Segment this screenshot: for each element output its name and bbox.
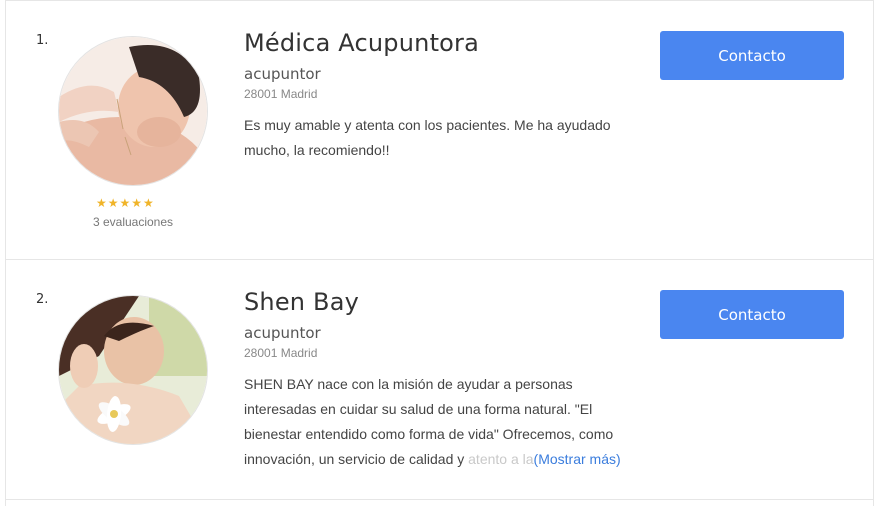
contact-button[interactable]: Contacto [660,290,844,339]
result-description: SHEN BAY nace con la misión de ayudar a … [244,372,634,472]
rating-stars: ★★★★★ [96,196,155,210]
profile-photo[interactable] [58,295,208,445]
result-rank: 1. [36,33,49,48]
acupuncture-photo [59,37,207,185]
result-description: Es muy amable y atenta con los pacientes… [244,117,611,158]
results-list: 1. ★★★★★ 3 evaluaciones Médica Acupuntor… [5,0,874,506]
result-category: acupuntor [244,65,321,83]
profile-photo[interactable] [58,36,208,186]
contact-button[interactable]: Contacto [660,31,844,80]
spa-photo [59,296,207,444]
result-location: 28001 Madrid [244,87,318,101]
description-faded-text: atento a la [464,451,534,467]
result-category: acupuntor [244,324,321,342]
review-count[interactable]: 3 evaluaciones [58,215,208,229]
result-card: 1. ★★★★★ 3 evaluaciones Médica Acupuntor… [6,1,873,260]
result-name[interactable]: Médica Acupuntora [244,29,479,57]
result-location: 28001 Madrid [244,346,318,360]
show-more-link[interactable]: (Mostrar más) [534,451,621,467]
result-name[interactable]: Shen Bay [244,288,359,316]
result-rank: 2. [36,292,49,307]
result-card: 2. Shen Bay acupuntor 28001 Madrid SHEN … [6,260,873,500]
